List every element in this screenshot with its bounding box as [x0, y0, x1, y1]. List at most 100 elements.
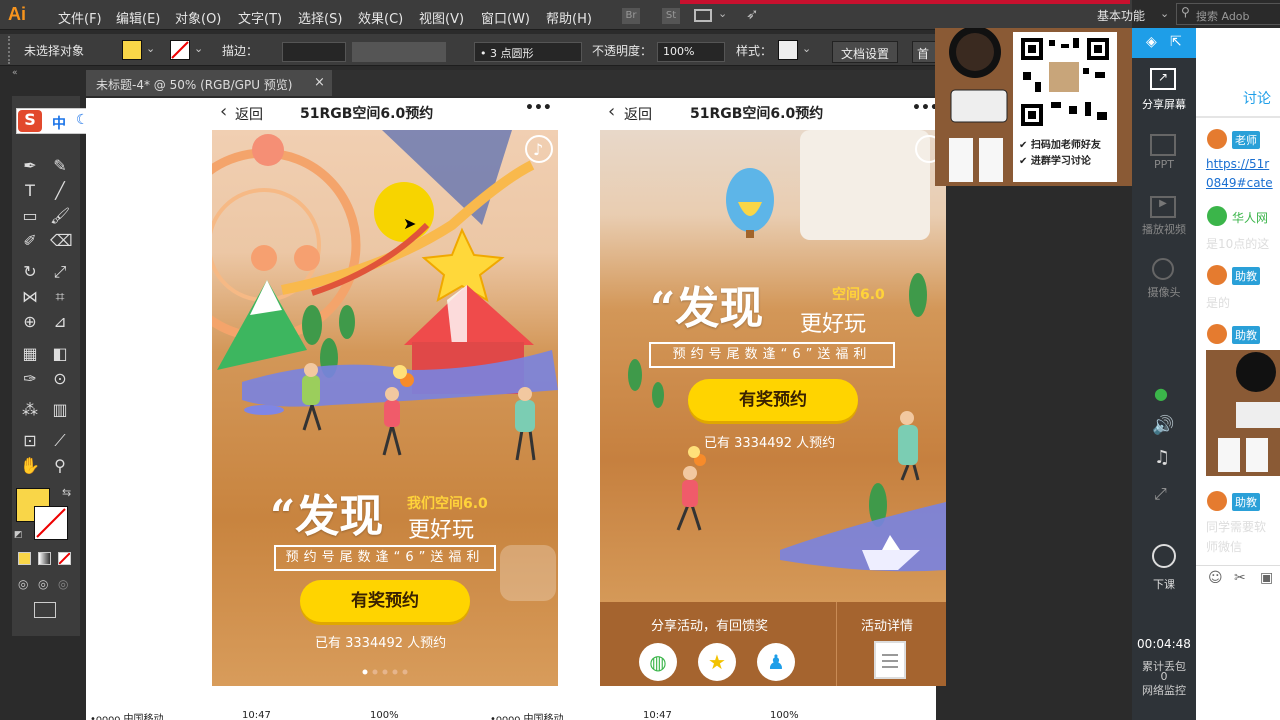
- bridge-icon[interactable]: Br: [622, 8, 640, 24]
- perspective-icon[interactable]: ⊿: [50, 312, 70, 332]
- menu-view[interactable]: 视图(V): [419, 8, 464, 27]
- menu-type[interactable]: 文字(T): [238, 8, 282, 27]
- ppt-icon[interactable]: [1150, 134, 1176, 156]
- play-video-label[interactable]: 播放视频: [1132, 221, 1196, 237]
- ppt-label[interactable]: PPT: [1132, 158, 1196, 171]
- style-swatch[interactable]: [778, 40, 798, 60]
- eraser-icon[interactable]: ⌫: [50, 231, 73, 251]
- width-tool-icon[interactable]: ⋈: [20, 287, 40, 307]
- fill-swatch[interactable]: [122, 40, 142, 60]
- fullscreen-icon[interactable]: ⤢: [1154, 484, 1167, 504]
- workspace-switcher[interactable]: 基本功能: [1097, 7, 1145, 24]
- hand-icon[interactable]: ✋: [20, 456, 40, 476]
- panel-grip[interactable]: [8, 36, 12, 64]
- menu-help[interactable]: 帮助(H): [546, 8, 592, 27]
- panel-collapse-icon[interactable]: «: [12, 68, 80, 80]
- share-screen-icon[interactable]: ↗: [1150, 68, 1176, 90]
- play-video-icon[interactable]: ▶: [1150, 196, 1176, 218]
- qq-share-icon[interactable]: ♟: [757, 643, 795, 681]
- emoji-icon[interactable]: ☺: [1208, 570, 1223, 586]
- speaker-icon[interactable]: 🔊: [1152, 415, 1174, 436]
- fill-chevron-icon[interactable]: ⌄: [146, 42, 155, 55]
- stock-icon[interactable]: St: [662, 8, 680, 24]
- app-logo[interactable]: Ai: [8, 4, 26, 25]
- free-transform-icon[interactable]: ⌗: [50, 287, 70, 307]
- scissors-icon[interactable]: ✂: [1234, 570, 1246, 586]
- menu-file[interactable]: 文件(F): [58, 8, 102, 27]
- share-screen-label[interactable]: 分享屏幕: [1132, 96, 1196, 112]
- arrange-docs-icon[interactable]: [694, 9, 712, 22]
- menu-window[interactable]: 窗口(W): [481, 8, 530, 27]
- scale-icon[interactable]: ⤢: [50, 262, 70, 282]
- menu-select[interactable]: 选择(S): [298, 8, 342, 27]
- style-chevron-icon[interactable]: ⌄: [802, 42, 811, 55]
- preferences-button[interactable]: 首: [912, 41, 936, 63]
- qzone-share-icon[interactable]: ★: [698, 643, 736, 681]
- camera-label[interactable]: 摄像头: [1132, 284, 1196, 300]
- swap-fill-stroke-icon[interactable]: ⇆: [62, 486, 71, 499]
- right-reserve-button[interactable]: 有奖预约: [688, 379, 858, 421]
- left-back-link[interactable]: 返回: [235, 104, 263, 124]
- document-tab[interactable]: 未标题-4* @ 50% (RGB/GPU 预览): [86, 70, 332, 96]
- end-class-icon[interactable]: [1152, 544, 1176, 568]
- discussion-tab[interactable]: 讨论: [1243, 88, 1271, 108]
- pen-icon[interactable]: ✒: [20, 156, 40, 176]
- wechat-share-icon[interactable]: ◍: [639, 643, 677, 681]
- gradient-mode-icon[interactable]: [38, 552, 51, 565]
- stroke-chevron-icon[interactable]: ⌄: [194, 42, 203, 55]
- sogou-logo-icon[interactable]: S: [18, 110, 42, 132]
- menu-object[interactable]: 对象(O): [175, 8, 221, 27]
- rotate-icon[interactable]: ↻: [20, 262, 40, 282]
- gpu-rocket-icon[interactable]: ➶: [746, 5, 759, 23]
- right-back-link[interactable]: 返回: [624, 104, 652, 124]
- back-chevron-icon[interactable]: ‹: [220, 101, 227, 122]
- symbol-sprayer-icon[interactable]: ⁂: [20, 400, 40, 420]
- color-mode-icon[interactable]: [18, 552, 31, 565]
- slice-icon[interactable]: ⟋: [50, 431, 70, 451]
- screen-mode-icon[interactable]: [34, 602, 56, 618]
- assistive-touch-icon[interactable]: [500, 545, 556, 601]
- eyedropper-icon[interactable]: ✑: [20, 369, 40, 389]
- image-icon[interactable]: ▣: [1260, 570, 1273, 586]
- paintbrush-icon[interactable]: 🖌: [50, 206, 70, 226]
- shape-builder-icon[interactable]: ⊕: [20, 312, 40, 332]
- curvature-icon[interactable]: ✎: [50, 156, 70, 176]
- menu-effect[interactable]: 效果(C): [358, 8, 403, 27]
- ime-mode-indicator[interactable]: 中: [52, 113, 66, 133]
- microphone-icon[interactable]: ●: [1154, 384, 1168, 403]
- close-tab-icon[interactable]: ×: [314, 75, 325, 90]
- chevron-down-icon[interactable]: ⌄: [718, 7, 727, 20]
- stroke-color-box[interactable]: [34, 506, 68, 540]
- menu-edit[interactable]: 编辑(E): [116, 8, 160, 27]
- left-reserve-button[interactable]: 有奖预约: [300, 580, 470, 622]
- camera-icon[interactable]: [1152, 258, 1174, 280]
- artboard-icon[interactable]: ⊡: [20, 431, 40, 451]
- shaper-icon[interactable]: ✐: [20, 231, 40, 251]
- end-class-label[interactable]: 下课: [1132, 576, 1196, 592]
- column-graph-icon[interactable]: ▥: [50, 400, 70, 420]
- mesh-icon[interactable]: ▦: [20, 344, 40, 364]
- music-note-icon[interactable]: ♫: [1154, 447, 1170, 468]
- opacity-input[interactable]: 100%: [657, 42, 725, 62]
- default-colors-icon[interactable]: ◩: [14, 530, 23, 540]
- draw-behind-icon[interactable]: ◎: [38, 577, 48, 591]
- none-mode-icon[interactable]: [58, 552, 71, 565]
- document-icon[interactable]: [874, 641, 906, 679]
- stroke-weight-dropdown[interactable]: [282, 42, 346, 62]
- brush-dropdown[interactable]: • 3 点圆形: [474, 42, 582, 62]
- gradient-icon[interactable]: ◧: [50, 344, 70, 364]
- variable-width-profile[interactable]: [352, 42, 446, 62]
- share-out-icon[interactable]: ⇱: [1170, 34, 1182, 50]
- draw-inside-icon[interactable]: ◎: [58, 577, 68, 591]
- draw-normal-icon[interactable]: ◎: [18, 577, 28, 591]
- music-toggle-icon[interactable]: ♪: [522, 132, 556, 166]
- workspace-chevron-icon[interactable]: ⌄: [1160, 7, 1169, 20]
- network-monitor-label[interactable]: 网络监控: [1132, 682, 1196, 698]
- rectangle-tool-icon[interactable]: ▭: [20, 206, 40, 226]
- chat-image-thumbnail[interactable]: [1206, 350, 1280, 476]
- document-setup-button[interactable]: 文档设置: [832, 41, 899, 63]
- chat-link-line-2[interactable]: 0849#cate: [1206, 176, 1273, 190]
- line-tool-icon[interactable]: ╱: [50, 181, 70, 201]
- zoom-icon[interactable]: ⚲: [50, 456, 70, 476]
- blend-icon[interactable]: ⊙: [50, 369, 70, 389]
